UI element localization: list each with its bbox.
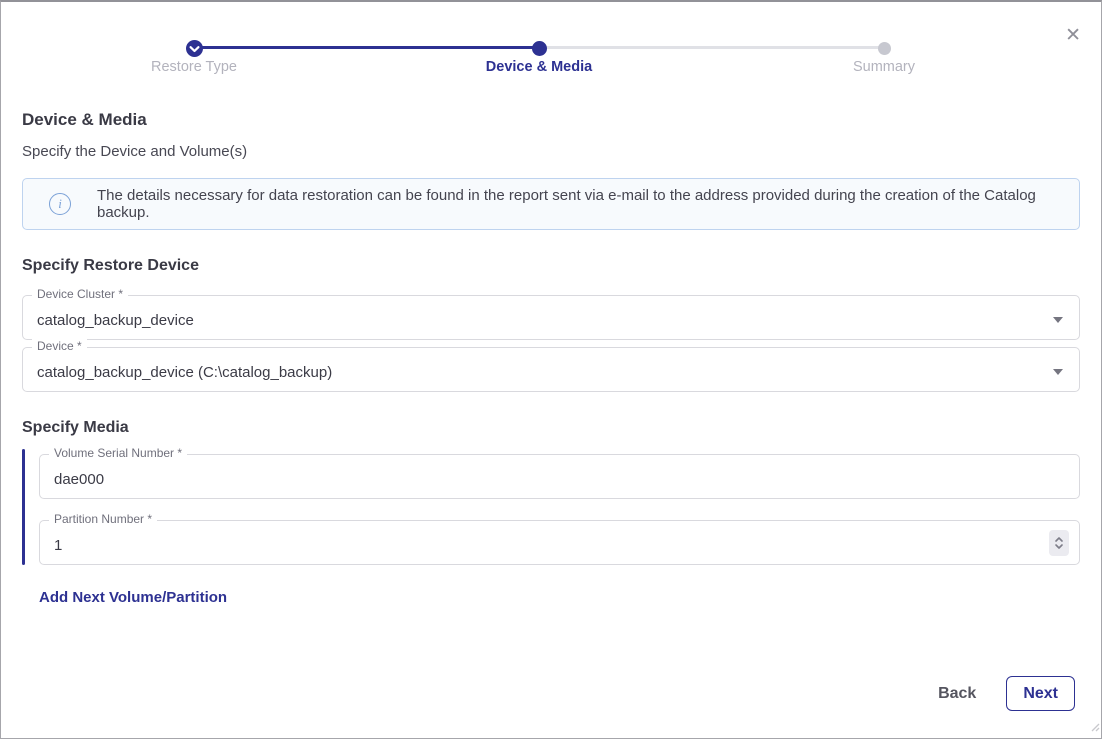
volume-serial-label: Volume Serial Number * [49,446,187,461]
volume-serial-field-wrapper: Volume Serial Number * [39,454,1080,499]
restore-wizard-dialog: ✕ Restore Type Device & Media Summary De… [0,0,1102,739]
device-select[interactable]: Device * catalog_backup_device (C:\catal… [22,347,1080,392]
step-upcoming-dot-icon[interactable] [878,42,891,55]
restore-device-section-heading: Specify Restore Device [22,257,1080,275]
page-subtitle: Specify the Device and Volume(s) [22,143,1080,160]
info-banner: i The details necessary for data restora… [22,178,1080,230]
number-spinner-icon[interactable] [1049,530,1069,556]
page-title: Device & Media [22,110,1080,130]
chevron-down-icon[interactable] [1053,369,1063,375]
stepper-step-summary[interactable]: Summary [774,59,994,75]
stepper-line-upcoming [539,46,884,49]
chevron-down-icon[interactable] [1053,317,1063,323]
device-value: catalog_backup_device (C:\catalog_backup… [37,364,332,381]
volume-serial-input[interactable] [54,471,1065,488]
stepper-line-completed [194,46,539,49]
add-next-volume-link[interactable]: Add Next Volume/Partition [39,589,227,606]
back-button[interactable]: Back [936,681,978,707]
group-accent-bar [22,449,25,565]
wizard-content: Device & Media Specify the Device and Vo… [1,92,1101,607]
partition-number-label: Partition Number * [49,512,157,527]
device-cluster-select[interactable]: Device Cluster * catalog_backup_device [22,295,1080,340]
media-section-heading: Specify Media [22,419,1080,437]
step-completed-check-icon[interactable] [186,40,203,57]
device-cluster-value: catalog_backup_device [37,312,194,329]
next-button[interactable]: Next [1006,676,1075,711]
resize-handle-icon[interactable] [1088,719,1100,737]
partition-number-input[interactable] [54,537,1065,554]
volume-partition-group: Volume Serial Number * Partition Number … [22,454,1080,565]
stepper-step-restore-type[interactable]: Restore Type [84,59,304,75]
device-cluster-label: Device Cluster * [32,287,128,302]
partition-number-field-wrapper: Partition Number * [39,520,1080,565]
info-icon: i [49,193,71,215]
info-banner-text: The details necessary for data restorati… [97,187,1053,221]
wizard-footer: Back Next [1,676,1101,738]
device-label: Device * [32,339,87,354]
step-active-dot-icon[interactable] [532,41,547,56]
stepper-step-device-media[interactable]: Device & Media [429,59,649,75]
wizard-stepper: Restore Type Device & Media Summary [1,2,1101,92]
